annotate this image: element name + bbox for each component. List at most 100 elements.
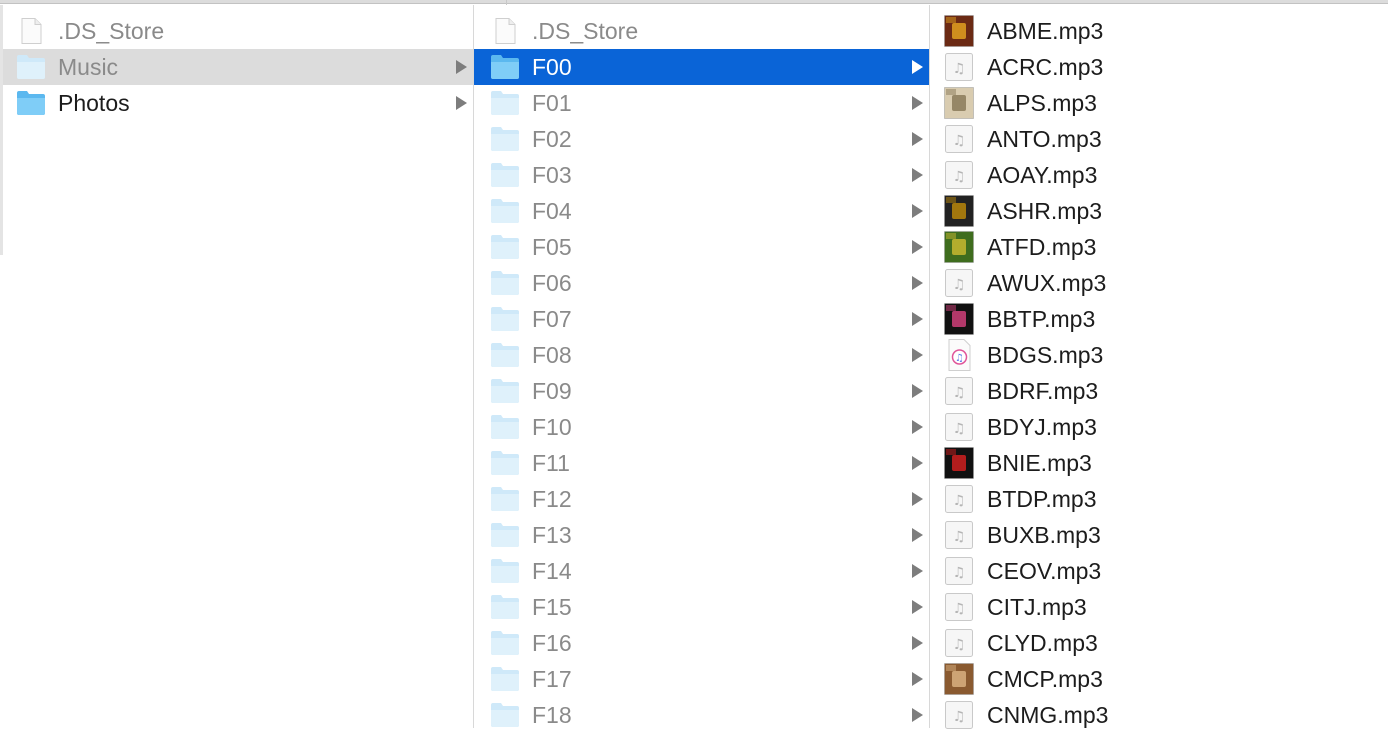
finder-column-f00[interactable]: ABME.mp3 ♫ ACRC.mp3 ALPS.mp3 ♫ ANTO.mp3 … — [930, 5, 1388, 729]
audio-file-icon: ♫ — [944, 375, 974, 407]
list-item-f12[interactable]: F12 — [474, 481, 929, 517]
list-item-f15[interactable]: F15 — [474, 589, 929, 625]
list-item-f10[interactable]: F10 — [474, 409, 929, 445]
item-label: F07 — [532, 306, 572, 332]
disclosure-arrow-icon[interactable] — [456, 96, 467, 110]
item-label: F06 — [532, 270, 572, 296]
folder-icon — [490, 450, 520, 476]
list-item-f08[interactable]: F08 — [474, 337, 929, 373]
list-item-f06[interactable]: F06 — [474, 265, 929, 301]
file-item-clyd-mp3[interactable]: ♫ CLYD.mp3 — [930, 625, 1388, 661]
disclosure-arrow-icon[interactable] — [912, 348, 923, 362]
disclosure-arrow-icon[interactable] — [912, 492, 923, 506]
disclosure-arrow-icon[interactable] — [912, 384, 923, 398]
file-item-awux-mp3[interactable]: ♫ AWUX.mp3 — [930, 265, 1388, 301]
finder-column-root[interactable]: .DS_Store Music Photos — [0, 5, 474, 728]
list-item-f16[interactable]: F16 — [474, 625, 929, 661]
file-item-aoay-mp3[interactable]: ♫ AOAY.mp3 — [930, 157, 1388, 193]
item-label: F10 — [532, 414, 572, 440]
disclosure-arrow-icon[interactable] — [912, 312, 923, 326]
item-label: CEOV.mp3 — [987, 558, 1102, 584]
list-item-ds-store[interactable]: .DS_Store — [474, 13, 929, 49]
file-item-atfd-mp3[interactable]: ATFD.mp3 — [930, 229, 1388, 265]
list-item-f11[interactable]: F11 — [474, 445, 929, 481]
file-item-acrc-mp3[interactable]: ♫ ACRC.mp3 — [930, 49, 1388, 85]
list-item-f03[interactable]: F03 — [474, 157, 929, 193]
disclosure-arrow-icon[interactable] — [912, 240, 923, 254]
folder-icon — [490, 630, 520, 656]
list-item-f14[interactable]: F14 — [474, 553, 929, 589]
item-label: F05 — [532, 234, 572, 260]
svg-text:♫: ♫ — [953, 565, 966, 581]
item-label: Photos — [58, 90, 130, 116]
folder-icon — [16, 54, 46, 80]
list-item-f17[interactable]: F17 — [474, 661, 929, 697]
list-item-f00[interactable]: F00 — [474, 49, 929, 85]
file-item-anto-mp3[interactable]: ♫ ANTO.mp3 — [930, 121, 1388, 157]
svg-text:♫: ♫ — [953, 493, 966, 509]
folder-icon — [490, 270, 520, 296]
disclosure-arrow-icon[interactable] — [912, 96, 923, 110]
list-item-ds-store[interactable]: .DS_Store — [0, 13, 473, 49]
disclosure-arrow-icon[interactable] — [456, 60, 467, 74]
file-item-cmcp-mp3[interactable]: CMCP.mp3 — [930, 661, 1388, 697]
disclosure-arrow-icon[interactable] — [912, 528, 923, 542]
file-item-bdgs-mp3[interactable]: ♫ BDGS.mp3 — [930, 337, 1388, 373]
file-item-bdrf-mp3[interactable]: ♫ BDRF.mp3 — [930, 373, 1388, 409]
svg-text:♫: ♫ — [953, 277, 966, 293]
file-item-abme-mp3[interactable]: ABME.mp3 — [930, 13, 1388, 49]
disclosure-arrow-icon[interactable] — [912, 564, 923, 578]
file-item-bbtp-mp3[interactable]: BBTP.mp3 — [930, 301, 1388, 337]
file-item-ashr-mp3[interactable]: ASHR.mp3 — [930, 193, 1388, 229]
item-label: F17 — [532, 666, 572, 692]
list-item-f13[interactable]: F13 — [474, 517, 929, 553]
disclosure-arrow-icon[interactable] — [912, 672, 923, 686]
list-item-f07[interactable]: F07 — [474, 301, 929, 337]
item-label: F04 — [532, 198, 572, 224]
document-icon — [16, 18, 46, 44]
svg-text:♫: ♫ — [953, 385, 966, 401]
album-art-icon — [944, 87, 974, 119]
file-item-citj-mp3[interactable]: ♫ CITJ.mp3 — [930, 589, 1388, 625]
list-item-f01[interactable]: F01 — [474, 85, 929, 121]
list-item-music[interactable]: Music — [0, 49, 473, 85]
disclosure-arrow-icon[interactable] — [912, 168, 923, 182]
list-item-photos[interactable]: Photos — [0, 85, 473, 121]
disclosure-arrow-icon[interactable] — [912, 60, 923, 74]
item-label: F00 — [532, 54, 572, 80]
disclosure-arrow-icon[interactable] — [912, 420, 923, 434]
file-item-bdyj-mp3[interactable]: ♫ BDYJ.mp3 — [930, 409, 1388, 445]
disclosure-arrow-icon[interactable] — [912, 600, 923, 614]
item-label: Music — [58, 54, 119, 80]
disclosure-arrow-icon[interactable] — [912, 132, 923, 146]
svg-text:♫: ♫ — [953, 169, 966, 185]
list-item-f05[interactable]: F05 — [474, 229, 929, 265]
item-label: ALPS.mp3 — [987, 90, 1097, 116]
document-icon — [490, 18, 520, 44]
item-label: ASHR.mp3 — [987, 198, 1103, 224]
item-label: .DS_Store — [532, 18, 639, 44]
file-item-ceov-mp3[interactable]: ♫ CEOV.mp3 — [930, 553, 1388, 589]
list-item-f02[interactable]: F02 — [474, 121, 929, 157]
disclosure-arrow-icon[interactable] — [912, 276, 923, 290]
file-item-bnie-mp3[interactable]: BNIE.mp3 — [930, 445, 1388, 481]
list-item-f04[interactable]: F04 — [474, 193, 929, 229]
itunes-file-icon: ♫ — [944, 339, 974, 371]
item-label: F12 — [532, 486, 572, 512]
finder-column-music[interactable]: .DS_Store F00 F01 F02 F03 F04 F05 F06 F0… — [474, 5, 930, 728]
disclosure-arrow-icon[interactable] — [912, 708, 923, 722]
item-label: BNIE.mp3 — [987, 450, 1092, 476]
item-label: .DS_Store — [58, 18, 165, 44]
file-item-buxb-mp3[interactable]: ♫ BUXB.mp3 — [930, 517, 1388, 553]
list-item-f09[interactable]: F09 — [474, 373, 929, 409]
disclosure-arrow-icon[interactable] — [912, 636, 923, 650]
disclosure-arrow-icon[interactable] — [912, 204, 923, 218]
file-item-alps-mp3[interactable]: ALPS.mp3 — [930, 85, 1388, 121]
item-label: AOAY.mp3 — [987, 162, 1098, 188]
audio-file-icon: ♫ — [944, 267, 974, 299]
svg-text:♫: ♫ — [953, 529, 966, 545]
disclosure-arrow-icon[interactable] — [912, 456, 923, 470]
file-item-btdp-mp3[interactable]: ♫ BTDP.mp3 — [930, 481, 1388, 517]
audio-file-icon: ♫ — [944, 591, 974, 623]
album-art-icon — [944, 231, 974, 263]
